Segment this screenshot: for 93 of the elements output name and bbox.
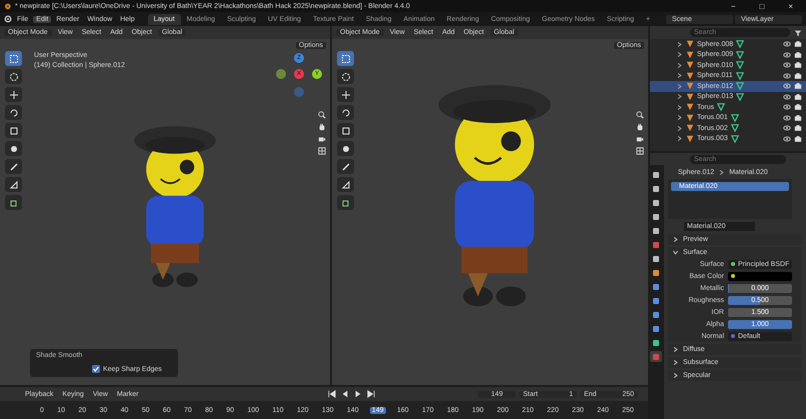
camera-icon[interactable] bbox=[636, 135, 644, 143]
properties-tab[interactable] bbox=[650, 183, 662, 194]
jump-end-icon[interactable] bbox=[367, 390, 375, 398]
tool-button[interactable] bbox=[337, 105, 354, 120]
cube-icon bbox=[340, 198, 350, 208]
cube-icon bbox=[8, 198, 18, 208]
tool-button[interactable] bbox=[5, 105, 22, 120]
annotate-icon bbox=[340, 162, 350, 172]
tool-button[interactable] bbox=[5, 141, 22, 156]
measure-icon bbox=[340, 180, 350, 190]
properties-tab[interactable] bbox=[650, 281, 662, 292]
camera-icon[interactable] bbox=[794, 72, 802, 80]
properties-tab[interactable] bbox=[650, 225, 662, 236]
scale-icon bbox=[8, 126, 18, 136]
grid-icon[interactable] bbox=[318, 147, 326, 155]
chevron-icon[interactable] bbox=[672, 359, 679, 366]
properties-tab[interactable] bbox=[650, 337, 662, 348]
hand-icon[interactable] bbox=[318, 123, 326, 131]
hand-icon[interactable] bbox=[636, 123, 644, 131]
window-control-button[interactable]: □ bbox=[756, 2, 768, 10]
rotate-icon bbox=[8, 108, 18, 118]
eye-icon[interactable] bbox=[783, 134, 791, 143]
window-control-button[interactable]: × bbox=[785, 2, 796, 10]
eye-icon[interactable] bbox=[783, 114, 791, 122]
eye-icon[interactable] bbox=[783, 124, 791, 132]
eye-icon[interactable] bbox=[783, 72, 791, 80]
tool-button[interactable] bbox=[337, 123, 354, 138]
move-icon bbox=[340, 90, 350, 100]
eye-icon[interactable] bbox=[783, 103, 791, 112]
tool-button[interactable] bbox=[337, 69, 354, 84]
select-icon bbox=[8, 54, 18, 64]
properties-tab[interactable] bbox=[650, 169, 662, 180]
camera-icon[interactable] bbox=[794, 82, 802, 90]
tool-button[interactable] bbox=[337, 51, 354, 66]
camera-icon[interactable] bbox=[794, 124, 802, 132]
chevron-icon[interactable] bbox=[672, 249, 679, 256]
properties-tab[interactable] bbox=[650, 211, 662, 222]
tool-button[interactable] bbox=[337, 141, 354, 156]
camera-icon[interactable] bbox=[794, 50, 802, 59]
rotate-icon bbox=[340, 108, 350, 118]
annotate-icon bbox=[8, 162, 18, 172]
tool-button[interactable] bbox=[337, 195, 354, 210]
properties-tab[interactable] bbox=[650, 309, 662, 320]
tool-button[interactable] bbox=[5, 51, 22, 66]
tool-button[interactable] bbox=[5, 87, 22, 102]
eye-icon[interactable] bbox=[783, 82, 791, 90]
move-icon bbox=[8, 90, 18, 100]
chevron-icon[interactable] bbox=[672, 236, 679, 243]
eye-icon[interactable] bbox=[783, 92, 791, 101]
camera-icon[interactable] bbox=[794, 40, 802, 48]
play-reverse-icon[interactable] bbox=[341, 390, 349, 398]
tool-button[interactable] bbox=[5, 69, 22, 84]
measure-icon bbox=[8, 180, 18, 190]
scale-icon bbox=[340, 126, 350, 136]
properties-tab[interactable] bbox=[650, 197, 662, 208]
properties-tab[interactable] bbox=[650, 267, 662, 278]
tool-button[interactable] bbox=[5, 159, 22, 174]
camera-icon[interactable] bbox=[794, 134, 802, 143]
camera-icon[interactable] bbox=[794, 103, 802, 112]
grid-icon[interactable] bbox=[636, 147, 644, 155]
chevron-icon bbox=[718, 168, 726, 176]
chevron-icon[interactable] bbox=[672, 346, 679, 353]
jump-start-icon[interactable] bbox=[328, 390, 336, 398]
tool-button[interactable] bbox=[5, 177, 22, 192]
properties-tab[interactable] bbox=[650, 253, 662, 264]
checkbox[interactable] bbox=[92, 365, 100, 373]
camera-icon[interactable] bbox=[318, 135, 326, 143]
camera-icon[interactable] bbox=[794, 92, 802, 101]
properties-tab[interactable] bbox=[650, 239, 662, 250]
properties-tab[interactable] bbox=[650, 295, 662, 306]
color-swatch[interactable] bbox=[728, 272, 792, 280]
tool-button[interactable] bbox=[337, 87, 354, 102]
tool-button[interactable] bbox=[337, 177, 354, 192]
chevron-icon[interactable] bbox=[672, 372, 679, 379]
tool-button[interactable] bbox=[337, 159, 354, 174]
filter-icon[interactable] bbox=[794, 28, 802, 36]
tool-button[interactable] bbox=[5, 195, 22, 210]
zoom-icon[interactable] bbox=[318, 111, 326, 119]
transform-icon bbox=[340, 144, 350, 154]
cursor-icon bbox=[340, 72, 350, 82]
cursor-icon bbox=[8, 72, 18, 82]
camera-icon[interactable] bbox=[794, 114, 802, 122]
tool-button[interactable] bbox=[5, 123, 22, 138]
eye-icon[interactable] bbox=[783, 61, 791, 70]
eye-icon[interactable] bbox=[783, 50, 791, 59]
eye-icon[interactable] bbox=[783, 40, 791, 48]
play-icon[interactable] bbox=[354, 390, 362, 398]
transform-icon bbox=[8, 144, 18, 154]
window-control-button[interactable]: − bbox=[728, 2, 738, 10]
camera-icon[interactable] bbox=[794, 61, 802, 70]
zoom-icon[interactable] bbox=[636, 111, 644, 119]
properties-tab[interactable] bbox=[650, 323, 662, 334]
select-icon bbox=[340, 54, 350, 64]
